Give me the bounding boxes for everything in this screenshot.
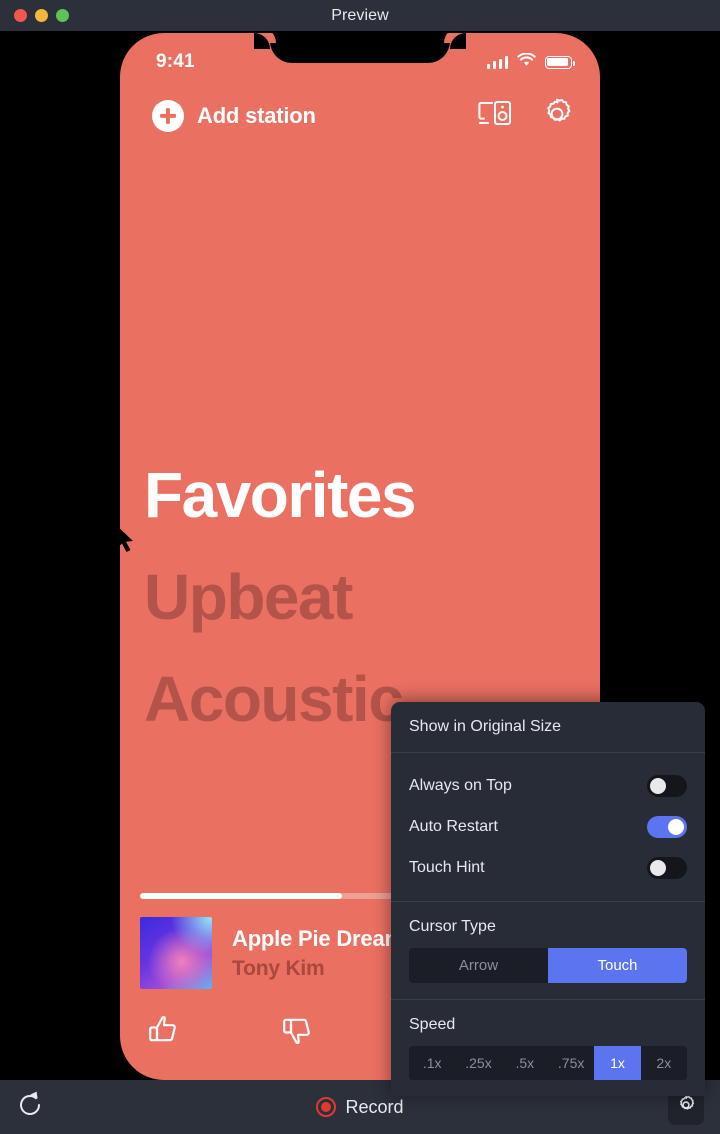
track-title: Apple Pie Dream — [232, 925, 404, 951]
cellular-signal-icon — [486, 55, 508, 69]
gear-icon — [676, 1095, 696, 1120]
preview-settings-panel: Show in Original Size Always on Top Auto… — [391, 702, 705, 1096]
toolbar-left — [16, 1091, 76, 1124]
phone-notch — [254, 33, 466, 63]
record-dot-icon — [316, 1097, 337, 1117]
panel-section-cursor-type: Cursor Type Arrow Touch — [391, 901, 705, 999]
window-titlebar: Preview — [0, 0, 720, 31]
panel-section-toggles: Always on Top Auto Restart Touch Hint — [391, 752, 705, 901]
plus-circle-icon — [152, 100, 184, 132]
now-playing-meta: Apple Pie Dream Tony Kim — [232, 926, 404, 981]
auto-restart-row[interactable]: Auto Restart — [409, 810, 687, 844]
auto-restart-label: Auto Restart — [409, 818, 498, 835]
add-station-button[interactable]: Add station — [152, 100, 316, 132]
station-item-upbeat[interactable]: Upbeat — [144, 565, 600, 629]
speed-option-2[interactable]: .5x — [502, 1046, 548, 1080]
speed-label: Speed — [409, 1016, 456, 1033]
add-station-label: Add station — [197, 103, 316, 128]
status-icons — [486, 51, 575, 72]
thumbs-down-icon[interactable] — [280, 1013, 314, 1052]
track-artist: Tony Kim — [232, 956, 325, 980]
record-label: Record — [345, 1096, 404, 1117]
traffic-lights — [14, 0, 69, 31]
speed-option-3[interactable]: .75x — [548, 1046, 594, 1080]
preview-window: Preview 9:41 Add station Favorites Upbea… — [0, 0, 720, 1134]
thumbs-up-icon[interactable] — [146, 1013, 180, 1052]
cursor-type-option-arrow[interactable]: Arrow — [409, 948, 548, 983]
panel-section-speed: Speed .1x .25x .5x .75x 1x 2x — [391, 999, 705, 1096]
speed-option-5[interactable]: 2x — [641, 1046, 687, 1080]
window-title: Preview — [331, 6, 389, 24]
record-button[interactable]: Record — [76, 1097, 644, 1118]
panel-section-original-size: Show in Original Size — [391, 702, 705, 752]
wifi-icon — [517, 51, 536, 72]
maximize-button[interactable] — [56, 9, 69, 22]
close-button[interactable] — [14, 9, 27, 22]
speed-segmented-control: .1x .25x .5x .75x 1x 2x — [409, 1046, 687, 1080]
phone-nav-bar: Add station — [120, 85, 600, 147]
minimize-button[interactable] — [35, 9, 48, 22]
touch-hint-label: Touch Hint — [409, 859, 485, 876]
always-on-top-label: Always on Top — [409, 777, 512, 794]
cursor-type-option-touch[interactable]: Touch — [548, 948, 687, 983]
battery-icon — [545, 55, 575, 69]
speed-option-1[interactable]: .25x — [455, 1046, 501, 1080]
speed-option-0[interactable]: .1x — [409, 1046, 455, 1080]
cast-speaker-icon[interactable] — [478, 99, 512, 134]
show-original-size-item[interactable]: Show in Original Size — [409, 718, 687, 736]
restart-icon[interactable] — [16, 1091, 44, 1124]
cursor-type-label: Cursor Type — [409, 918, 496, 935]
always-on-top-row[interactable]: Always on Top — [409, 769, 687, 803]
speed-option-4[interactable]: 1x — [594, 1046, 641, 1080]
nav-right-icons — [478, 97, 574, 136]
cursor-type-segmented-control: Arrow Touch — [409, 948, 687, 983]
touch-hint-toggle[interactable] — [647, 857, 687, 879]
arrow-cursor — [120, 523, 135, 558]
status-time: 9:41 — [156, 51, 195, 72]
gear-icon[interactable] — [540, 97, 574, 136]
always-on-top-toggle[interactable] — [647, 775, 687, 797]
touch-hint-row[interactable]: Touch Hint — [409, 851, 687, 885]
station-item-favorites[interactable]: Favorites — [144, 463, 600, 527]
album-art — [140, 917, 212, 989]
auto-restart-toggle[interactable] — [647, 816, 687, 838]
